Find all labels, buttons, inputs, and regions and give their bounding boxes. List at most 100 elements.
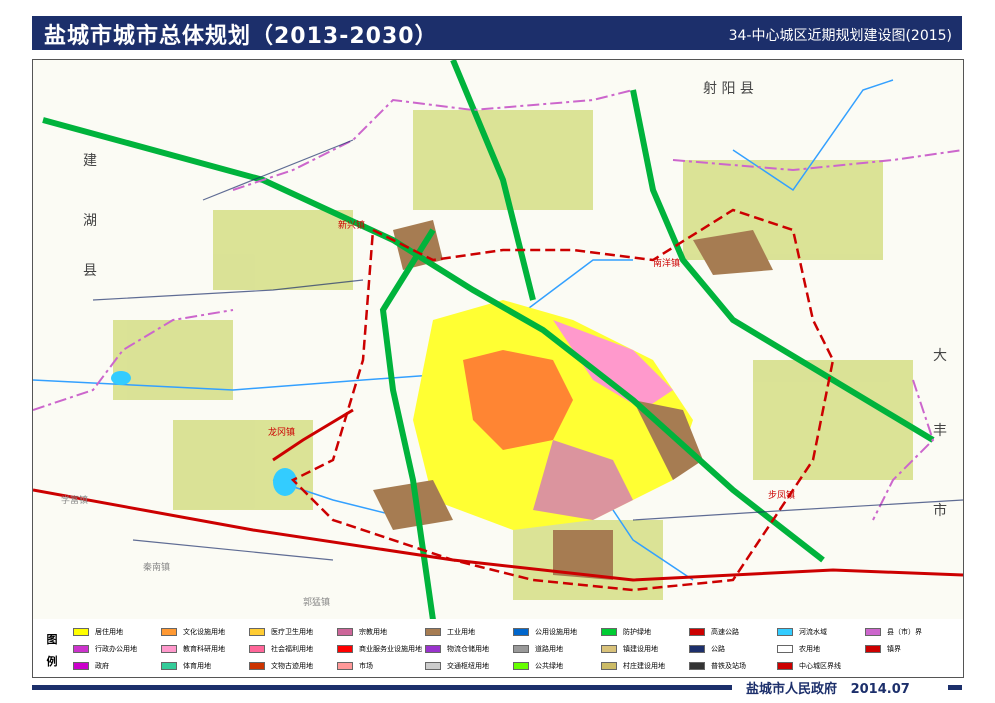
legend-label: 公共绿地 [535,662,563,671]
legend-label: 商业服务业设施用地 [359,644,422,653]
legend-item: 农用地 [777,640,865,657]
legend-item: 政府 [73,658,161,675]
footer-org: 盐城市人民政府 [746,682,838,697]
town-label-qinnan: 秦南镇 [143,563,171,573]
county-label-dafeng-1: 大 [933,348,947,364]
legend-swatch [777,627,793,636]
town-label-xuefu: 学富镇 [61,496,89,506]
legend-label: 河流水域 [799,627,827,636]
legend-label: 公用设施用地 [535,627,577,636]
town-label-guomeng: 郭猛镇 [303,598,331,608]
legend-label: 高速公路 [711,627,739,636]
legend-item: 村庄建设用地 [601,658,689,675]
footer-date: 2014.07 [850,682,910,697]
legend-swatch [513,662,529,671]
legend-label: 居住用地 [95,627,123,636]
legend-label: 行政办公用地 [95,644,137,653]
legend-swatch [337,662,353,671]
footer-text: 盐城市人民政府 2014.07 [746,678,910,697]
legend-label: 道路用地 [535,644,563,653]
legend-label: 镇建设用地 [623,644,658,653]
legend-item: 县（市）界 [865,623,953,640]
legend-item: 文物古迹用地 [249,658,337,675]
legend-item: 物流仓储用地 [425,640,513,657]
legend-label: 防护绿地 [623,627,651,636]
header-banner: 盐城市城市总体规划（2013-2030） 34-中心城区近期规划建设图(2015… [32,16,962,50]
map-graphic [33,60,963,620]
legend-item: 交通枢纽用地 [425,658,513,675]
county-label-dafeng-2: 丰 [933,423,947,439]
legend-item: 防护绿地 [601,623,689,640]
legend-label: 中心城区界线 [799,662,841,671]
legend-swatch [161,644,177,653]
legend-grid: 居住用地 文化设施用地 医疗卫生用地 宗教用地 工业用地 公用设施用地 防护绿地 高速公路 河流… [73,623,953,675]
legend-swatch [425,644,441,653]
legend-label: 公路 [711,644,725,653]
legend-item: 镇界 [865,640,953,657]
legend-label: 物流仓储用地 [447,644,489,653]
legend-item: 道路用地 [513,640,601,657]
legend-item: 社会福利用地 [249,640,337,657]
legend-swatch [601,627,617,636]
legend-item: 镇建设用地 [601,640,689,657]
legend-item: 中心城区界线 [777,658,865,675]
footer-rule [32,685,732,690]
footer-rule-end [948,685,962,690]
legend-swatch [777,662,793,671]
legend-swatch [161,627,177,636]
legend-label: 工业用地 [447,627,475,636]
legend-label: 农用地 [799,644,820,653]
town-label-nanyang: 南洋镇 [653,259,681,269]
town-label-longgang: 龙冈镇 [268,428,296,438]
legend-label: 普铁及站场 [711,662,746,671]
legend-label: 镇界 [887,644,901,653]
legend-label: 政府 [95,662,109,671]
legend-label: 村庄建设用地 [623,662,665,671]
legend-item: 文化设施用地 [161,623,249,640]
legend-swatch [777,644,793,653]
legend-item: 体育用地 [161,658,249,675]
legend-item: 公共绿地 [513,658,601,675]
town-label-bufeng: 步凤镇 [768,491,796,501]
legend-label: 交通枢纽用地 [447,662,489,671]
legend-label: 体育用地 [183,662,211,671]
legend-swatch [513,644,529,653]
legend-swatch [689,662,705,671]
legend-swatch [73,644,89,653]
legend-item: 市场 [337,658,425,675]
legend-swatch [513,627,529,636]
legend-label: 教育科研用地 [183,644,225,653]
legend-swatch [425,662,441,671]
legend-swatch [601,662,617,671]
legend-swatch [337,644,353,653]
legend-item: 普铁及站场 [689,658,777,675]
legend-item: 工业用地 [425,623,513,640]
legend-label: 文化设施用地 [183,627,225,636]
legend-swatch [425,627,441,636]
map-title: 盐城市城市总体规划（2013-2030） [44,24,438,49]
county-label-sheyang: 射 阳 县 [703,81,754,97]
legend-swatch [249,662,265,671]
legend-swatch [865,644,881,653]
legend-label: 县（市）界 [887,627,922,636]
county-label-jianhu-1: 建 [83,153,97,169]
town-label-xinxing: 新兴镇 [338,221,366,231]
legend-item: 行政办公用地 [73,640,161,657]
legend-label: 市场 [359,662,373,671]
map-canvas[interactable]: 射 阳 县 建 湖 县 大 丰 市 新兴镇 南洋镇 龙冈镇 步凤镇 学富镇 秦南… [32,59,964,621]
legend-item: 河流水域 [777,623,865,640]
county-label-jianhu-3: 县 [83,263,97,279]
legend-item: 公用设施用地 [513,623,601,640]
legend-label: 社会福利用地 [271,644,313,653]
legend-label: 医疗卫生用地 [271,627,313,636]
legend-swatch [689,627,705,636]
legend-label: 宗教用地 [359,627,387,636]
map-subtitle: 34-中心城区近期规划建设图(2015) [728,28,952,44]
legend-swatch [73,662,89,671]
legend-item: 公路 [689,640,777,657]
legend-swatch [73,627,89,636]
legend-swatch [601,644,617,653]
legend-item: 高速公路 [689,623,777,640]
legend-swatch [337,627,353,636]
legend-swatch [689,644,705,653]
